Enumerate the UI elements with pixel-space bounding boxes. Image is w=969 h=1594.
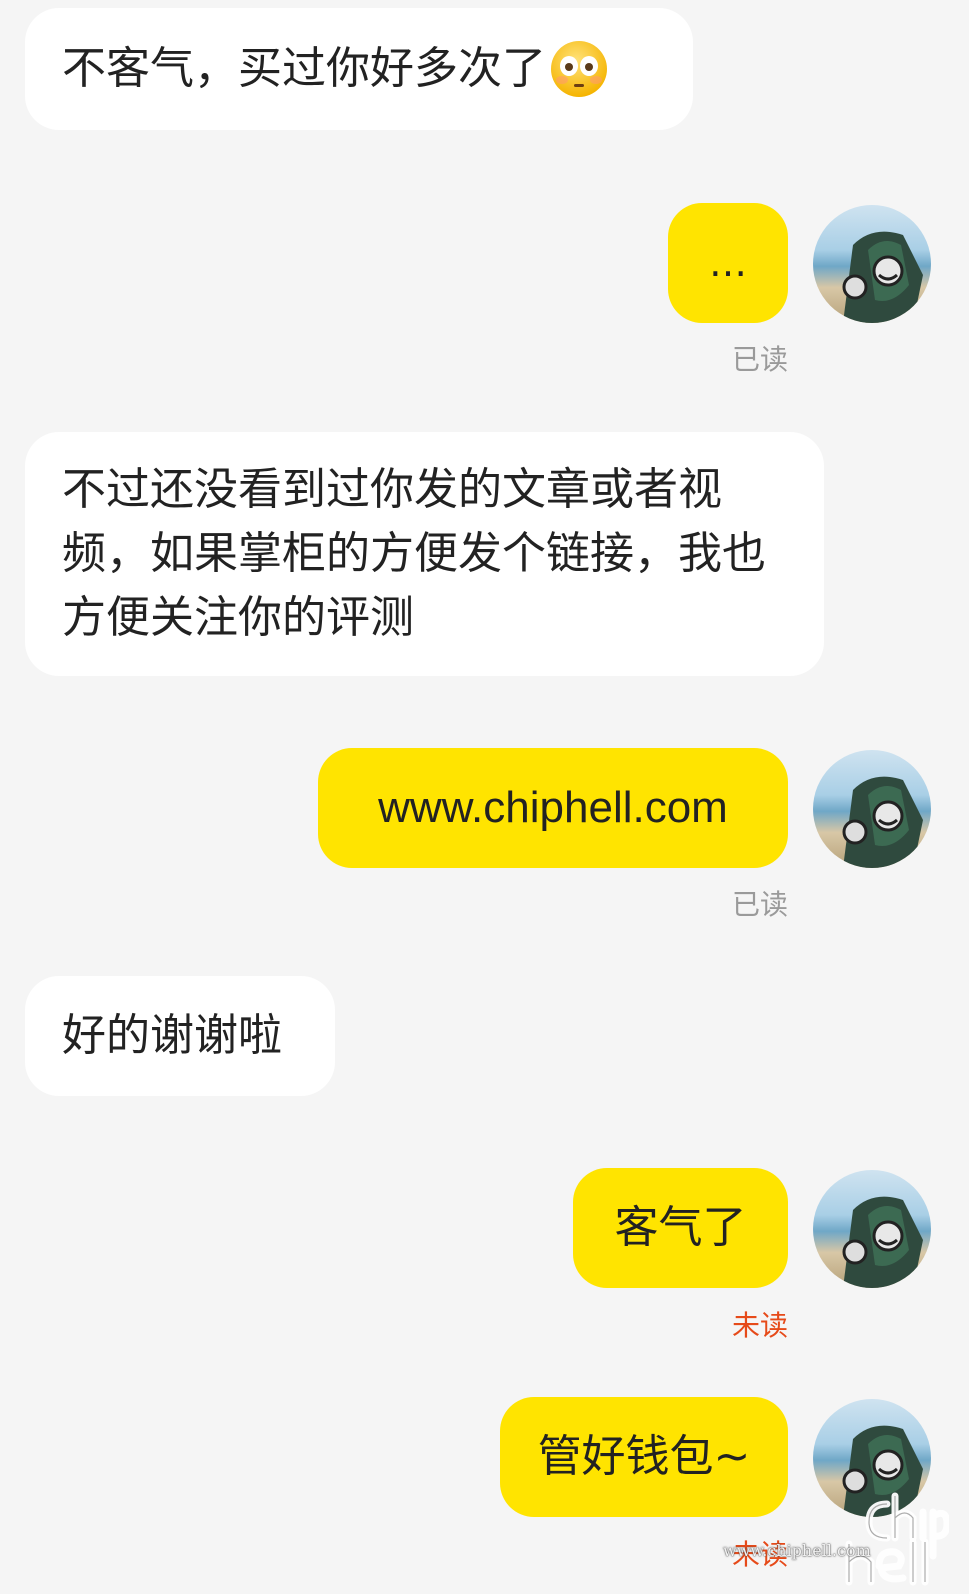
message-text: 管好钱包~: [537, 1431, 751, 1482]
sent-message-bubble[interactable]: …: [668, 203, 788, 323]
message-text: 不客气，买过你好多次了: [62, 43, 546, 94]
sent-message-bubble[interactable]: www.chiphell.com: [318, 748, 788, 868]
received-message-bubble[interactable]: 不过还没看到过你发的文章或者视频，如果掌柜的方便发个链接，我也方便关注你的评测: [25, 432, 824, 676]
user-avatar[interactable]: [813, 750, 931, 868]
user-avatar[interactable]: [813, 1170, 931, 1288]
chiphell-watermark: www.chiphell.com: [709, 1486, 951, 1586]
flushed-face-emoji-icon: [550, 40, 608, 98]
message-text: …: [709, 241, 747, 285]
unread-status: 未读: [731, 1309, 788, 1342]
chiphell-logo-icon: [845, 1492, 951, 1586]
received-message-bubble[interactable]: 不客气，买过你好多次了: [25, 8, 693, 130]
link-text[interactable]: www.chiphell.com: [378, 776, 728, 840]
read-status: 已读: [731, 343, 788, 376]
user-avatar[interactable]: [813, 205, 931, 323]
message-text: 不过还没看到过你发的文章或者视频，如果掌柜的方便发个链接，我也方便关注你的评测: [62, 464, 766, 643]
message-text: 客气了: [614, 1202, 747, 1253]
sent-message-bubble[interactable]: 客气了: [573, 1168, 788, 1288]
received-message-bubble[interactable]: 好的谢谢啦: [25, 976, 335, 1096]
message-text: 好的谢谢啦: [62, 1010, 282, 1061]
watermark-url: www.chiphell.com: [723, 1541, 871, 1560]
read-status: 已读: [731, 888, 788, 921]
